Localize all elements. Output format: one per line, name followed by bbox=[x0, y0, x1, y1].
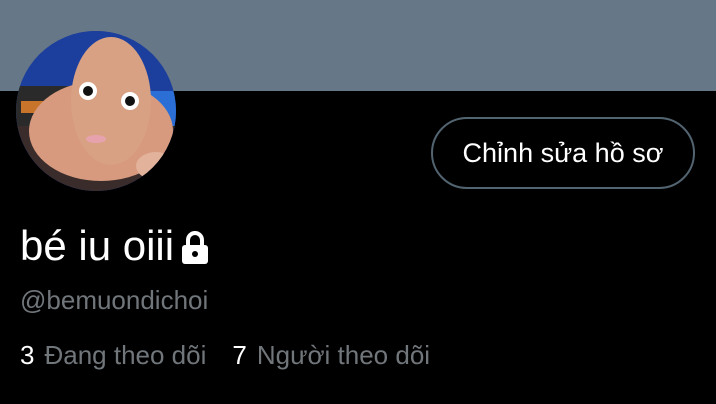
profile-handle: @bemuondichoi bbox=[20, 285, 209, 315]
avatar[interactable] bbox=[16, 31, 176, 191]
edit-profile-label: Chỉnh sửa hồ sơ bbox=[462, 137, 664, 168]
following-link[interactable]: 3 Đang theo dõi bbox=[20, 340, 206, 371]
following-label: Đang theo dõi bbox=[44, 340, 207, 370]
profile-display-name: bé iu oiii bbox=[20, 222, 212, 270]
lock-icon bbox=[178, 228, 212, 264]
followers-count: 7 bbox=[232, 340, 247, 370]
edit-profile-button[interactable]: Chỉnh sửa hồ sơ bbox=[431, 117, 695, 189]
display-name-text: bé iu oiii bbox=[20, 222, 175, 269]
followers-link[interactable]: 7 Người theo dõi bbox=[232, 340, 430, 371]
follow-stats: 3 Đang theo dõi 7 Người theo dõi bbox=[20, 340, 456, 371]
followers-label: Người theo dõi bbox=[256, 340, 431, 370]
following-count: 3 bbox=[20, 340, 35, 370]
